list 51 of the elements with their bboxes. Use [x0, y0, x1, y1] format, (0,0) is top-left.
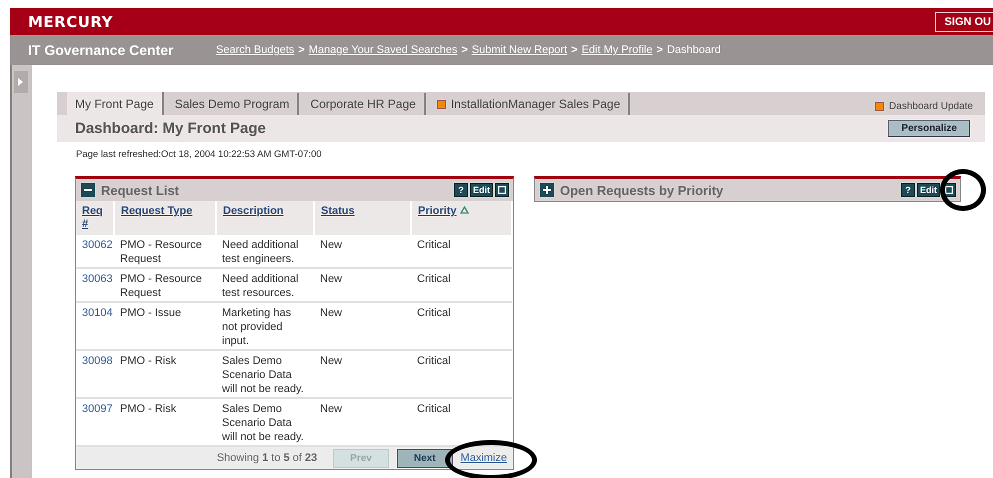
update-flag-icon	[875, 102, 884, 111]
table-cell: Sales Demo Scenario Data will not be ready.	[216, 350, 314, 398]
breadcrumb-separator: >	[298, 44, 305, 56]
table-cell: PMO - Issue	[114, 302, 216, 350]
edit-button[interactable]: Edit	[917, 183, 940, 197]
table-cell: Need additional test engineers.	[216, 235, 314, 268]
update-flag-icon	[436, 100, 446, 108]
breadcrumb-separator: >	[656, 44, 663, 56]
panel-title: Request List	[101, 182, 180, 198]
breadcrumb-separator: >	[571, 44, 578, 56]
table-cell: PMO - Resource Request	[114, 268, 216, 302]
app-title: IT Governance Center	[28, 42, 174, 58]
edit-button[interactable]: Edit	[470, 183, 493, 197]
panel-title: Open Requests by Priority	[560, 182, 724, 198]
table-cell: New	[314, 302, 411, 350]
request-number-link[interactable]: 30097	[82, 403, 113, 415]
table-cell: Marketing has not provided input.	[216, 302, 314, 350]
breadcrumb-separator: >	[461, 44, 468, 56]
table-cell: Need additional test resources.	[216, 268, 314, 302]
table-cell: PMO - Resource Request	[114, 235, 216, 268]
last-refreshed-text: Page last refreshed:Oct 18, 2004 10:22:53 AM GMT-07:00	[76, 149, 323, 160]
help-button[interactable]: ?	[901, 183, 915, 197]
request-number-link[interactable]: 30063	[82, 273, 113, 285]
column-header-link[interactable]: Priority	[418, 205, 457, 218]
request-number-link[interactable]: 30104	[82, 307, 113, 319]
legend-label: Dashboard Update	[889, 101, 973, 112]
pagination-summary: Showing 1 to 5 of 23	[216, 452, 318, 464]
sign-out-button[interactable]: SIGN OU	[934, 12, 993, 32]
table-cell: New	[314, 350, 411, 398]
next-button[interactable]: Next	[396, 448, 453, 468]
breadcrumb-current: Dashboard	[666, 44, 721, 56]
logo: MERCURY	[28, 12, 114, 30]
table-cell: Critical	[411, 268, 512, 302]
table-cell: New	[314, 235, 411, 268]
tab[interactable]: My Front Page	[67, 92, 164, 115]
table-cell: Critical	[411, 235, 512, 268]
collapse-icon[interactable]	[81, 183, 95, 197]
help-button[interactable]: ?	[454, 183, 468, 197]
maximize-link[interactable]: Maximize	[460, 452, 507, 464]
table-cell: Critical	[411, 350, 512, 398]
table-cell: New	[314, 268, 411, 302]
sort-ascending-icon[interactable]	[460, 206, 469, 214]
column-header-link[interactable]: Status	[321, 205, 355, 218]
maximize-icon[interactable]	[495, 183, 509, 197]
personalize-button[interactable]: Personalize	[888, 120, 970, 137]
table-cell: Critical	[411, 302, 512, 350]
table-cell: PMO - Risk	[114, 350, 216, 398]
page-title: Dashboard: My Front Page	[75, 120, 266, 137]
request-number-link[interactable]: 30062	[82, 239, 113, 251]
request-number-link[interactable]: 30098	[82, 355, 113, 367]
expand-icon[interactable]	[540, 183, 554, 197]
